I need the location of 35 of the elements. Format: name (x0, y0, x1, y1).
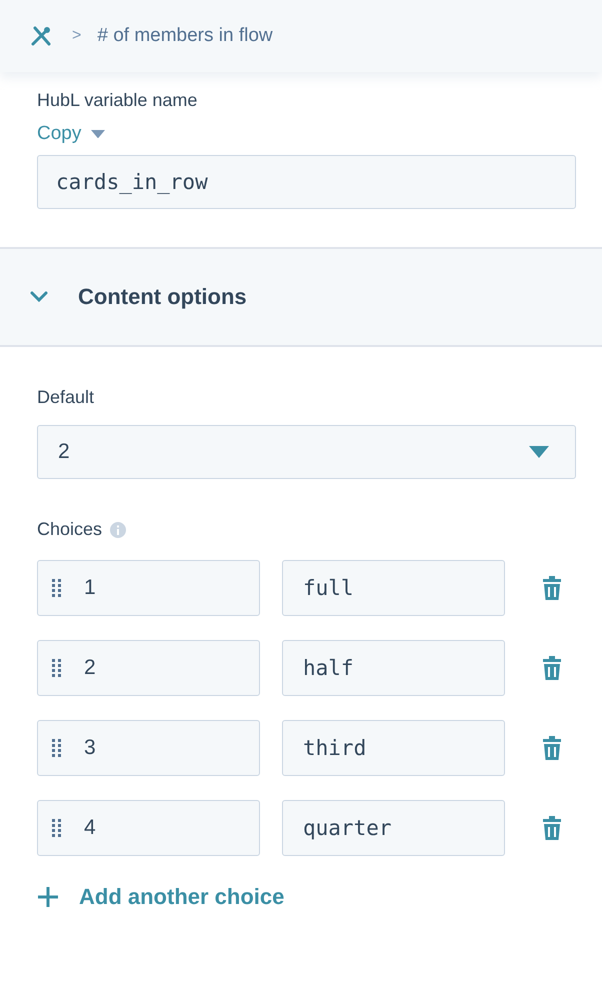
trash-icon (541, 575, 563, 601)
choice-label-field[interactable]: full (282, 560, 505, 616)
copy-dropdown[interactable]: Copy (37, 123, 106, 145)
delete-button[interactable] (541, 815, 563, 841)
default-select[interactable]: 2 (37, 425, 576, 479)
caret-icon (529, 446, 549, 458)
add-choice-button[interactable]: Add another choice (37, 884, 284, 910)
tools-icon[interactable] (30, 25, 52, 47)
choice-value-field[interactable]: 3 (37, 720, 260, 776)
drag-handle-icon[interactable] (52, 739, 62, 757)
breadcrumb-separator: > (72, 27, 82, 45)
trash-icon (541, 735, 563, 761)
caret-icon (91, 130, 106, 138)
trash-icon (541, 655, 563, 681)
field-label: Default (37, 387, 96, 408)
trash-icon (541, 815, 563, 841)
section-header[interactable]: Content options (0, 247, 602, 347)
choice-label-field[interactable]: third (282, 720, 505, 776)
variable-name-field[interactable]: cards_in_row (37, 155, 576, 209)
drag-handle-icon[interactable] (52, 579, 62, 597)
field-label: Choices (37, 519, 102, 540)
breadcrumb-current: # of members in flow (97, 25, 273, 47)
section-title: Content options (78, 284, 247, 310)
delete-button[interactable] (541, 735, 563, 761)
choice-value-field[interactable]: 4 (37, 800, 260, 856)
delete-button[interactable] (541, 575, 563, 601)
choice-label-field[interactable]: half (282, 640, 505, 696)
choice-value-field[interactable]: 1 (37, 560, 260, 616)
choice-value-field[interactable]: 2 (37, 640, 260, 696)
choice-label-field[interactable]: quarter (282, 800, 505, 856)
drag-handle-icon[interactable] (52, 819, 62, 837)
plus-icon (37, 886, 59, 908)
delete-button[interactable] (541, 655, 563, 681)
drag-handle-icon[interactable] (52, 659, 62, 677)
field-label: HubL variable name (37, 90, 198, 111)
